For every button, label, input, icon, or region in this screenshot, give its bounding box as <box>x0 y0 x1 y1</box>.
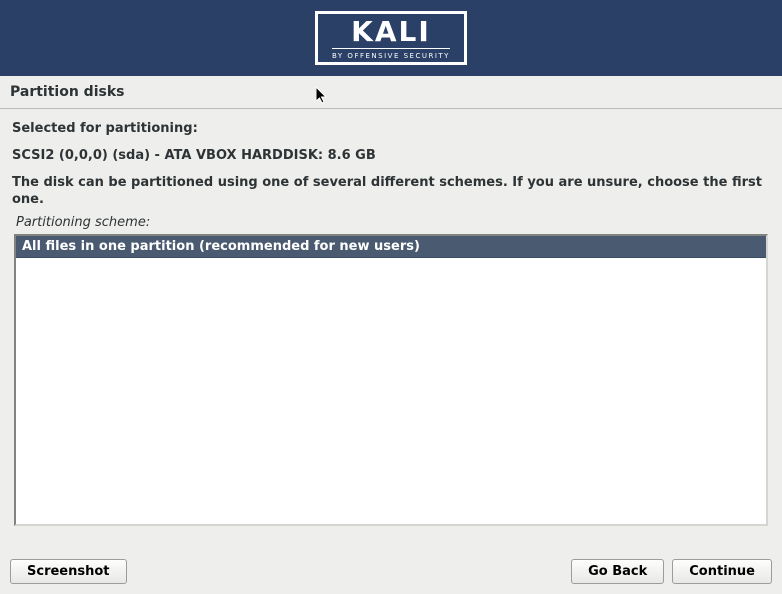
instruction-text: The disk can be partitioned using one of… <box>12 175 770 209</box>
header-banner: KALI BY OFFENSIVE SECURITY <box>0 0 782 76</box>
page-title: Partition disks <box>0 76 782 109</box>
disk-info-text: SCSI2 (0,0,0) (sda) - ATA VBOX HARDDISK:… <box>12 148 770 163</box>
continue-button[interactable]: Continue <box>672 559 772 584</box>
scheme-option-selected[interactable]: All files in one partition (recommended … <box>16 236 766 258</box>
selected-for-partitioning-label: Selected for partitioning: <box>12 121 770 136</box>
go-back-button[interactable]: Go Back <box>571 559 664 584</box>
button-bar: Screenshot Go Back Continue <box>10 559 772 584</box>
scheme-options-list[interactable]: All files in one partition (recommended … <box>14 234 768 526</box>
kali-logo: KALI BY OFFENSIVE SECURITY <box>315 11 467 65</box>
screenshot-button[interactable]: Screenshot <box>10 559 127 584</box>
main-content: Selected for partitioning: SCSI2 (0,0,0)… <box>0 109 782 534</box>
logo-text: KALI <box>332 18 450 46</box>
logo-tagline: BY OFFENSIVE SECURITY <box>332 48 450 60</box>
partitioning-scheme-label: Partitioning scheme: <box>12 215 770 230</box>
